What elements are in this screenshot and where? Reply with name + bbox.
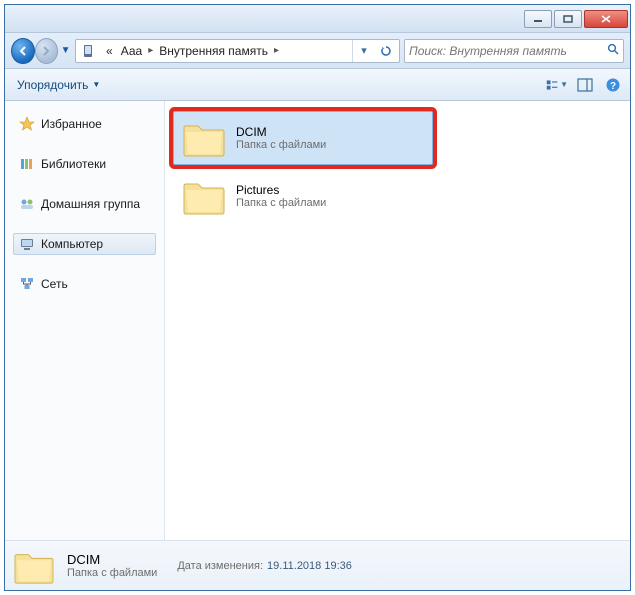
details-subtitle: Папка с файлами [67, 567, 157, 579]
minimize-button[interactable] [524, 10, 552, 28]
chevron-down-icon: ▼ [560, 80, 568, 89]
network-icon [19, 276, 35, 292]
folder-icon [182, 176, 226, 216]
organize-label: Упорядочить [17, 78, 88, 92]
chevron-down-icon: ▼ [92, 80, 100, 89]
view-options-button[interactable]: ▼ [546, 74, 568, 96]
folder-icon [182, 118, 226, 158]
search-box[interactable] [404, 39, 624, 63]
details-pane: DCIM Папка с файлами Дата изменения: 19.… [5, 540, 630, 590]
libraries-icon [19, 156, 35, 172]
toolbar: Упорядочить ▼ ▼ ? [5, 69, 630, 101]
folder-name: Pictures [236, 183, 326, 197]
nav-history-dropdown[interactable]: ▼ [60, 45, 71, 56]
history-dropdown-icon[interactable]: ▾ [353, 40, 375, 62]
close-button[interactable] [584, 10, 628, 28]
sidebar: Избранное Библиотеки Домашняя группа [5, 101, 165, 540]
sidebar-libraries[interactable]: Библиотеки [13, 153, 156, 175]
sidebar-label: Библиотеки [41, 157, 106, 171]
folder-item-pictures[interactable]: Pictures Папка с файлами [173, 169, 433, 223]
organize-button[interactable]: Упорядочить ▼ [11, 74, 106, 96]
breadcrumb[interactable]: « Ааа ▸ Внутренняя память ▸ ▾ [75, 39, 400, 63]
computer-icon [19, 236, 35, 252]
sidebar-favorites[interactable]: Избранное [13, 113, 156, 135]
folder-name: DCIM [236, 125, 326, 139]
help-button[interactable]: ? [602, 74, 624, 96]
refresh-button[interactable] [375, 40, 397, 62]
sidebar-homegroup[interactable]: Домашняя группа [13, 193, 156, 215]
folder-item-dcim[interactable]: DCIM Папка с файлами [173, 111, 433, 165]
breadcrumb-seg-1[interactable]: Внутренняя память [155, 44, 272, 58]
folder-content[interactable]: DCIM Папка с файлами Pictures Папка с фа… [165, 101, 630, 540]
sidebar-label: Избранное [41, 117, 102, 131]
sidebar-label: Сеть [41, 277, 68, 291]
sidebar-label: Домашняя группа [41, 197, 140, 211]
folder-subtitle: Папка с файлами [236, 197, 326, 209]
svg-text:?: ? [610, 81, 616, 92]
sidebar-label: Компьютер [41, 237, 103, 251]
folder-subtitle: Папка с файлами [236, 139, 326, 151]
back-button[interactable] [11, 38, 35, 64]
breadcrumb-seg-0[interactable]: Ааа [117, 44, 147, 58]
details-modified-value: 19.11.2018 19:36 [267, 560, 352, 572]
breadcrumb-prefix: « [102, 44, 117, 58]
details-modified: Дата изменения: 19.11.2018 19:36 [177, 560, 352, 572]
search-icon[interactable] [607, 43, 619, 58]
search-input[interactable] [409, 44, 607, 58]
details-modified-label: Дата изменения: [177, 560, 263, 572]
titlebar [5, 5, 630, 33]
maximize-button[interactable] [554, 10, 582, 28]
preview-pane-button[interactable] [574, 74, 596, 96]
sidebar-network[interactable]: Сеть [13, 273, 156, 295]
star-icon [19, 116, 35, 132]
chevron-right-icon[interactable]: ▸ [146, 45, 155, 56]
forward-button[interactable] [35, 38, 59, 64]
address-bar: ▼ « Ааа ▸ Внутренняя память ▸ ▾ [5, 33, 630, 69]
device-icon [82, 43, 98, 59]
homegroup-icon [19, 196, 35, 212]
chevron-right-icon[interactable]: ▸ [272, 45, 281, 56]
explorer-window: ▼ « Ааа ▸ Внутренняя память ▸ ▾ [4, 4, 631, 591]
details-name: DCIM [67, 552, 157, 567]
sidebar-computer[interactable]: Компьютер [13, 233, 156, 255]
nav-buttons: ▼ [11, 37, 71, 65]
folder-icon [13, 547, 55, 585]
